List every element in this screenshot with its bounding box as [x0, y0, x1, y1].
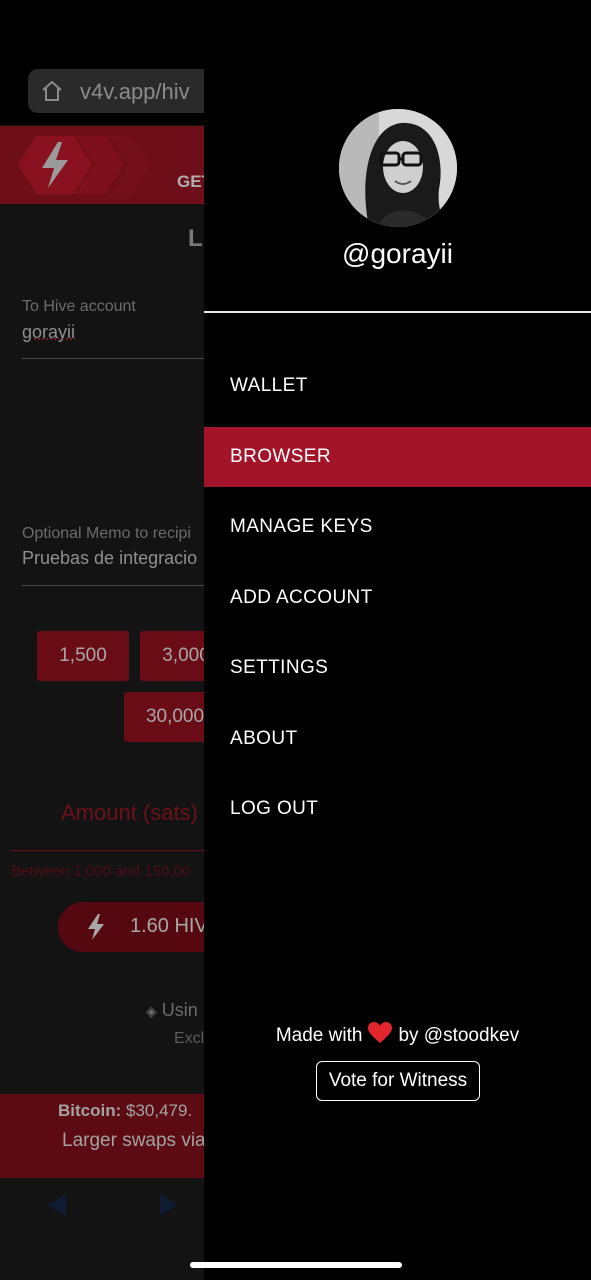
home-icon[interactable]: [40, 79, 64, 103]
to-account-underline: [22, 358, 212, 359]
memo-input[interactable]: Pruebas de integracio: [22, 548, 197, 569]
hive-diamond-icon: ◈: [146, 1003, 157, 1019]
made-with-author[interactable]: by @stoodkev: [398, 1025, 519, 1046]
menu-item-label: ABOUT: [230, 728, 298, 749]
page-heading: L: [188, 225, 203, 252]
menu-item-wallet[interactable]: WALLET: [204, 356, 591, 416]
bitcoin-price: Bitcoin: $30,479.: [58, 1101, 192, 1121]
menu-item-label: WALLET: [230, 375, 308, 396]
heart-icon: [368, 1022, 393, 1043]
drawer-divider: [204, 311, 591, 313]
bitcoin-value: $30,479.: [126, 1101, 193, 1120]
excl-text: Excl: [174, 1030, 205, 1047]
to-account-input[interactable]: gorayii: [22, 322, 75, 343]
menu-item-settings[interactable]: SETTINGS: [204, 638, 591, 698]
menu-item-browser[interactable]: BROWSER: [204, 427, 591, 487]
menu-item-label: MANAGE KEYS: [230, 516, 373, 537]
vote-witness-button[interactable]: Vote for Witness: [316, 1061, 480, 1101]
url-text: v4v.app/hiv: [80, 79, 190, 104]
memo-label: Optional Memo to recipi: [22, 525, 191, 542]
using-text: ◈ Usin: [146, 1000, 198, 1021]
using-label: Usin: [161, 1000, 198, 1020]
menu-item-label: SETTINGS: [230, 657, 329, 678]
amount-hint: Between 1,000 and 150,00: [11, 863, 191, 880]
bitcoin-label: Bitcoin:: [58, 1101, 122, 1120]
made-with-prefix: Made with: [275, 1025, 363, 1046]
menu-item-label: ADD ACCOUNT: [230, 587, 373, 608]
v4v-logo-icon: [18, 136, 150, 194]
menu-item-about[interactable]: ABOUT: [204, 709, 591, 769]
memo-underline: [22, 585, 212, 586]
lightning-icon: [88, 914, 104, 940]
larger-swaps-text: Larger swaps via: [62, 1130, 206, 1151]
avatar-photo: [339, 109, 457, 227]
menu-item-log-out[interactable]: LOG OUT: [204, 779, 591, 839]
home-indicator[interactable]: [190, 1262, 402, 1268]
drawer-username: @gorayii: [342, 238, 453, 269]
amount-field[interactable]: Amount (sats): [61, 800, 198, 826]
forward-arrow-icon[interactable]: [160, 1194, 178, 1216]
menu-item-label: LOG OUT: [230, 798, 319, 819]
menu-item-label: BROWSER: [230, 446, 331, 467]
avatar[interactable]: [339, 109, 457, 227]
menu-item-manage-keys[interactable]: MANAGE KEYS: [204, 497, 591, 557]
amount-chip-1500[interactable]: 1,500: [37, 631, 129, 681]
menu-item-add-account[interactable]: ADD ACCOUNT: [204, 568, 591, 628]
made-with-credit: Made with by @stoodkev: [204, 1022, 591, 1047]
to-account-label: To Hive account: [22, 298, 136, 315]
back-arrow-icon[interactable]: [48, 1194, 66, 1216]
side-drawer: @gorayii WALLET BROWSER MANAGE KEYS ADD …: [204, 0, 591, 1280]
hive-pay-label: 1.60 HIV: [130, 915, 208, 937]
